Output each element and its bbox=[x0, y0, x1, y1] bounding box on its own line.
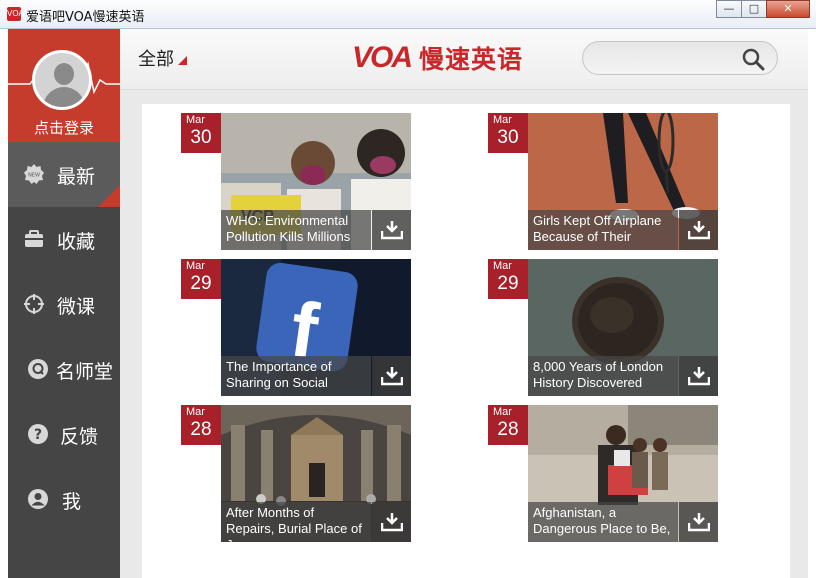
download-icon bbox=[688, 513, 710, 532]
download-button[interactable] bbox=[372, 502, 411, 542]
article-thumbnail[interactable]: f The Importance of Sharing on Social bbox=[221, 259, 411, 396]
date-month: Mar bbox=[493, 114, 512, 126]
sidebar-item-feedback[interactable]: ? 反馈 bbox=[8, 402, 120, 467]
article-card[interactable]: Mar 29 8,000 Years of London History Dis… bbox=[488, 259, 718, 396]
date-day: 30 bbox=[497, 127, 519, 148]
download-button[interactable] bbox=[679, 356, 718, 396]
date-badge: Mar 28 bbox=[488, 405, 528, 445]
date-day: 29 bbox=[497, 273, 519, 294]
article-card[interactable]: Mar 30 VCP WHO: Environmental Po bbox=[181, 113, 411, 250]
date-badge: Mar 30 bbox=[181, 113, 221, 153]
search-box[interactable] bbox=[582, 41, 778, 75]
date-month: Mar bbox=[493, 406, 512, 418]
app-logo: VOA 慢速英语 bbox=[352, 41, 523, 75]
briefcase-icon bbox=[25, 230, 43, 247]
download-icon bbox=[688, 221, 710, 240]
download-button[interactable] bbox=[679, 502, 718, 542]
article-card[interactable]: Mar 29 f The Importance of Sharing on So… bbox=[181, 259, 411, 396]
download-button[interactable] bbox=[372, 356, 411, 396]
article-card[interactable]: Mar 30 Girls Kept Off Airplane Because o… bbox=[488, 113, 718, 250]
svg-text:?: ? bbox=[34, 427, 42, 443]
window-title: 爱语吧VOA慢速英语 bbox=[26, 10, 145, 25]
article-title: WHO: Environmental Pollution Kills Milli… bbox=[221, 210, 371, 250]
sidebar-item-label: 收藏 bbox=[57, 231, 96, 253]
article-thumbnail[interactable]: After Months of Repairs, Burial Place of… bbox=[221, 405, 411, 542]
q-circle-icon bbox=[28, 359, 48, 379]
date-month: Mar bbox=[186, 114, 205, 126]
article-title: 8,000 Years of London History Discovered bbox=[528, 356, 678, 396]
date-badge: Mar 29 bbox=[488, 259, 528, 299]
maximize-icon: □ bbox=[748, 2, 760, 15]
article-thumbnail[interactable]: Afghanistan, a Dangerous Place to Be, bbox=[528, 405, 718, 542]
date-day: 30 bbox=[190, 127, 212, 148]
category-filter[interactable]: 全部 bbox=[138, 45, 174, 71]
header: 全部 VOA 慢速英语 bbox=[120, 29, 808, 90]
close-icon: ✕ bbox=[783, 2, 793, 15]
download-icon bbox=[381, 367, 403, 386]
avatar-head-icon bbox=[54, 63, 74, 85]
sidebar: 点击登录 NEW 最新 收藏 微课 名师堂 ? 反馈 我 bbox=[8, 29, 120, 578]
date-day: 28 bbox=[497, 419, 519, 440]
article-card[interactable]: Mar 28 Afghanistan, a Dangerous Place to… bbox=[488, 405, 718, 542]
close-button[interactable]: ✕ bbox=[766, 0, 810, 18]
download-icon bbox=[688, 367, 710, 386]
user-circle-icon bbox=[28, 489, 48, 509]
sidebar-item-label: 反馈 bbox=[60, 426, 99, 448]
article-grid: Mar 30 VCP WHO: Environmental Po bbox=[142, 104, 790, 578]
sidebar-item-favorites[interactable]: 收藏 bbox=[8, 207, 120, 272]
login-link[interactable]: 点击登录 bbox=[8, 117, 120, 138]
new-badge-icon: NEW bbox=[24, 164, 44, 184]
sidebar-item-label: 名师堂 bbox=[56, 361, 114, 383]
search-icon[interactable] bbox=[741, 47, 765, 71]
sidebar-item-microcourse[interactable]: 微课 bbox=[8, 272, 120, 337]
sidebar-item-teachers[interactable]: 名师堂 bbox=[8, 337, 120, 402]
download-button[interactable] bbox=[372, 210, 411, 250]
date-day: 28 bbox=[190, 419, 212, 440]
article-thumbnail[interactable]: Girls Kept Off Airplane Because of Their bbox=[528, 113, 718, 250]
article-area: Mar 30 VCP WHO: Environmental Po bbox=[120, 90, 808, 578]
profile-area[interactable]: 点击登录 bbox=[8, 29, 120, 142]
sidebar-item-label: 我 bbox=[62, 491, 82, 513]
article-thumbnail[interactable]: VCP WHO: Environmental Pollution Kills M… bbox=[221, 113, 411, 250]
article-title: Afghanistan, a Dangerous Place to Be, bbox=[528, 502, 678, 542]
minimize-button[interactable]: — bbox=[716, 0, 742, 18]
active-indicator bbox=[98, 185, 120, 207]
search-input[interactable] bbox=[597, 48, 741, 70]
svg-text:NEW: NEW bbox=[28, 173, 40, 179]
article-title: The Importance of Sharing on Social bbox=[221, 356, 371, 396]
app-icon: VOA bbox=[7, 7, 24, 21]
date-month: Mar bbox=[493, 260, 512, 272]
article-card[interactable]: Mar 28 After Months of Repairs, Burial P… bbox=[181, 405, 411, 542]
maximize-button[interactable]: □ bbox=[741, 0, 767, 18]
date-badge: Mar 29 bbox=[181, 259, 221, 299]
crosshair-icon bbox=[24, 294, 44, 314]
sidebar-item-latest[interactable]: NEW 最新 bbox=[8, 142, 120, 207]
avatar[interactable] bbox=[32, 50, 92, 110]
question-circle-icon: ? bbox=[28, 424, 48, 444]
download-icon bbox=[381, 221, 403, 240]
sidebar-item-label: 微课 bbox=[57, 296, 96, 318]
dropdown-triangle-icon[interactable] bbox=[178, 56, 187, 65]
logo-voa: VOA bbox=[352, 41, 413, 74]
download-icon bbox=[381, 513, 403, 532]
date-day: 29 bbox=[190, 273, 212, 294]
avatar-body-icon bbox=[43, 87, 85, 107]
date-badge: Mar 28 bbox=[181, 405, 221, 445]
download-button[interactable] bbox=[679, 210, 718, 250]
minimize-icon: — bbox=[723, 2, 735, 15]
article-title: After Months of Repairs, Burial Place of… bbox=[221, 502, 371, 542]
sidebar-item-label: 最新 bbox=[57, 166, 96, 188]
article-title: Girls Kept Off Airplane Because of Their bbox=[528, 210, 678, 250]
date-month: Mar bbox=[186, 260, 205, 272]
logo-text: 慢速英语 bbox=[419, 45, 524, 74]
article-thumbnail[interactable]: 8,000 Years of London History Discovered bbox=[528, 259, 718, 396]
window-titlebar: VOA 爱语吧VOA慢速英语 — □ ✕ bbox=[0, 0, 816, 29]
date-month: Mar bbox=[186, 406, 205, 418]
sidebar-item-me[interactable]: 我 bbox=[8, 467, 120, 532]
date-badge: Mar 30 bbox=[488, 113, 528, 153]
